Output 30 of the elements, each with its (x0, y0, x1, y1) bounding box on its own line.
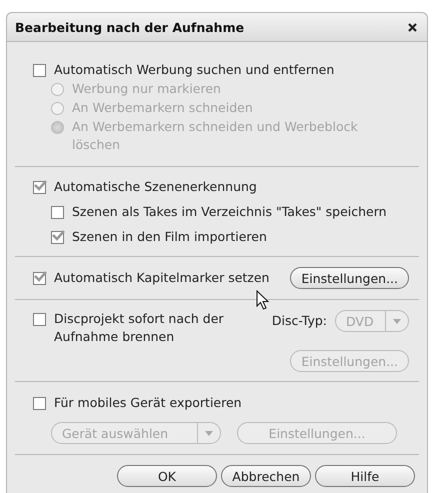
dialog-button[interactable]: Hilfe (315, 465, 415, 487)
checkmark-icon (34, 270, 47, 282)
checkbox-label: Für mobiles Gerät exportieren (54, 394, 242, 412)
disc-type-label: Disc-Typ: (272, 312, 327, 330)
dialog-button[interactable]: OK (117, 465, 217, 487)
cursor-icon (256, 290, 269, 310)
checkbox[interactable] (51, 206, 64, 218)
radio-label: Werbung nur markieren (72, 80, 221, 98)
window-title: Bearbeitung nach der Aufnahme (15, 20, 244, 34)
checkbox[interactable] (51, 230, 64, 244)
radio-label: An Werbemarkern schneiden (72, 99, 253, 117)
checkbox[interactable] (33, 64, 46, 76)
checkmark-icon (52, 230, 65, 240)
caret-icon (393, 318, 401, 324)
caret-icon (205, 430, 213, 436)
checkbox[interactable] (33, 396, 46, 410)
checkmark-icon (34, 180, 47, 190)
checkbox-label: Discprojekt sofort nach der Aufnahme brennen (54, 310, 225, 346)
settings-button[interactable]: Einstellungen... (290, 267, 409, 289)
checkbox-label: Szenen als Takes im Verzeichnis "Takes" speichern (72, 203, 387, 221)
checkbox-label: Automatisch Werbung suchen und entfernen (54, 61, 334, 79)
checkbox[interactable] (33, 180, 46, 194)
close-icon[interactable] (408, 22, 417, 32)
radio-label: An Werbemarkern schneiden und Werbeblock löschen (72, 118, 359, 154)
checkbox-label: Automatische Szenenerkennung (54, 178, 257, 196)
dialog-button[interactable]: Abbrechen (221, 465, 311, 487)
checkbox[interactable] (33, 272, 46, 284)
checkbox-label: Szenen in den Film importieren (72, 228, 267, 246)
checkbox[interactable] (33, 313, 46, 326)
checkbox-label: Automatisch Kapitelmarker setzen (54, 269, 270, 287)
